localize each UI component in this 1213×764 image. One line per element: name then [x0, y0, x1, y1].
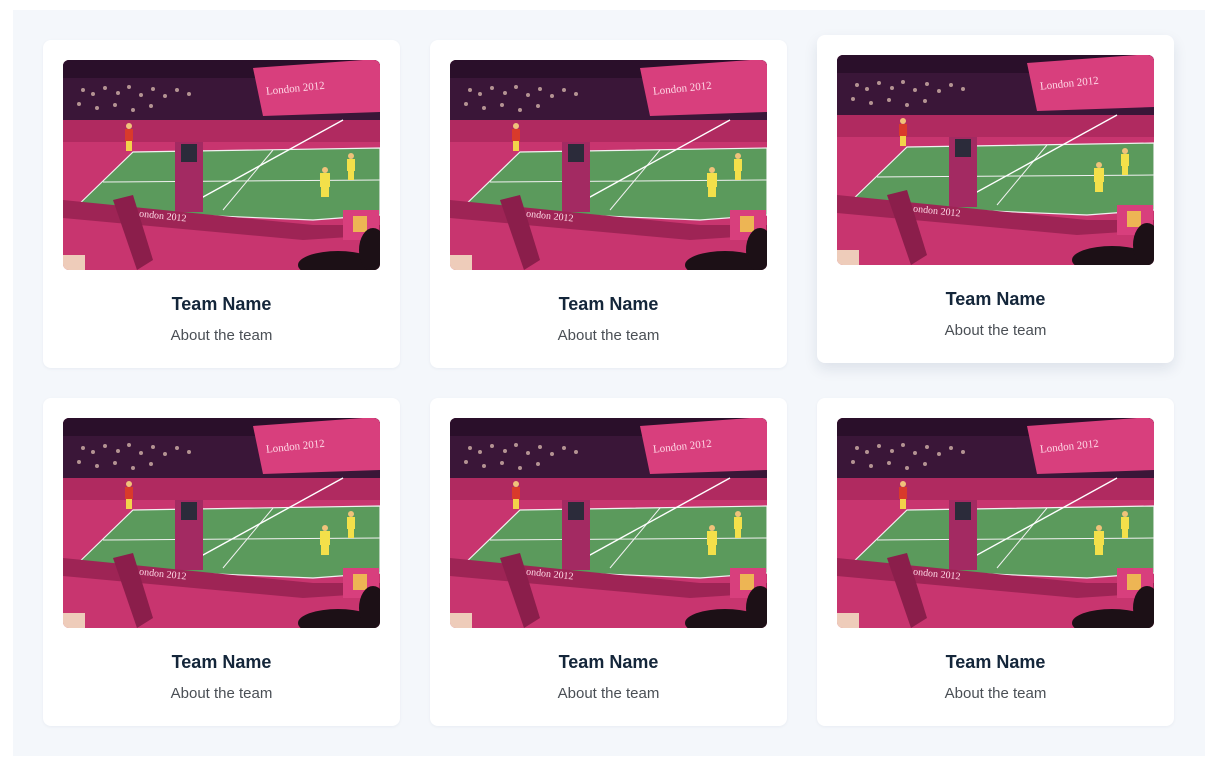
- team-about: About the team: [557, 327, 660, 344]
- team-about: About the team: [944, 685, 1047, 702]
- team-page: London 2012 London 2012 Team Name About …: [13, 10, 1205, 756]
- team-photo: London 2012 London 2012: [450, 418, 767, 628]
- team-name: Team Name: [171, 294, 272, 314]
- team-photo: London 2012 London 2012: [450, 60, 767, 270]
- team-name: Team Name: [945, 289, 1046, 309]
- team-name: Team Name: [171, 652, 272, 672]
- team-card[interactable]: London 2012 London 2012 Team Name About …: [43, 398, 400, 726]
- team-card[interactable]: London 2012 London 2012 Team Name About …: [43, 40, 400, 368]
- team-name: Team Name: [558, 294, 659, 314]
- team-photo: London 2012 London 2012: [63, 60, 380, 270]
- team-card[interactable]: London 2012 London 2012 Team Name About …: [430, 40, 787, 368]
- team-about: About the team: [557, 685, 660, 702]
- team-grid: London 2012 London 2012 Team Name About …: [43, 35, 1175, 726]
- team-card[interactable]: London 2012 London 2012 Team Name About …: [817, 35, 1174, 363]
- team-photo: London 2012 London 2012: [63, 418, 380, 628]
- team-card[interactable]: London 2012 London 2012 Team Name About …: [430, 398, 787, 726]
- team-name: Team Name: [558, 652, 659, 672]
- team-photo: London 2012 London 2012: [837, 418, 1154, 628]
- team-photo: London 2012 London 2012: [837, 55, 1154, 265]
- team-about: About the team: [944, 322, 1047, 339]
- team-card[interactable]: London 2012 London 2012 Team Name About …: [817, 398, 1174, 726]
- team-about: About the team: [170, 685, 273, 702]
- team-name: Team Name: [945, 652, 1046, 672]
- team-about: About the team: [170, 327, 273, 344]
